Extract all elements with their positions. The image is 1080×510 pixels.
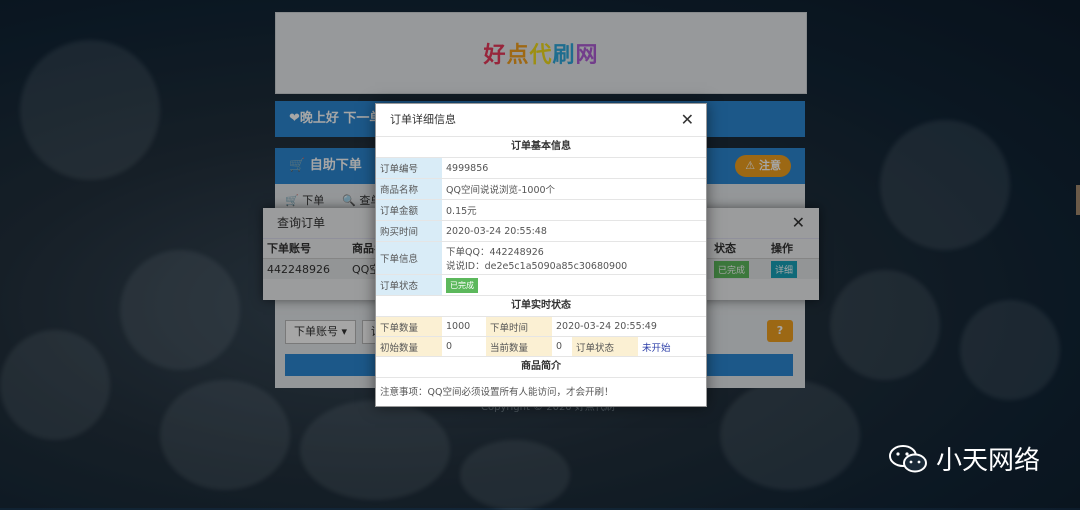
order-detail-modal: 订单详细信息 ✕ 订单基本信息 订单编号 4999856 商品名称 QQ空间说说… (375, 103, 707, 407)
wechat-icon (888, 444, 928, 474)
intro-section: 商品简介 (376, 357, 706, 378)
product-name-value: QQ空间说说浏览-1000个 (446, 185, 556, 196)
order-id-value: 4999856 (446, 162, 489, 174)
cur-qty-label: 当前数量 (486, 337, 552, 356)
purchase-time-label: 购买时间 (376, 221, 442, 241)
order-info-value: 下单QQ：442248926 说说ID：de2e5c1a5090a85c3068… (442, 242, 706, 274)
product-note: 注意事项：QQ空间必须设置所有人能访问，才会开刷！ (380, 387, 614, 398)
realtime-section: 订单实时状态 (376, 296, 706, 317)
detail-row: 订单编号 4999856 (376, 158, 706, 179)
cur-qty-value: 0 (556, 341, 563, 352)
detail-modal-header: 订单详细信息 ✕ (376, 104, 706, 137)
order-status-label: 订单状态 (376, 275, 442, 295)
realtime-status-label: 订单状态 (572, 337, 638, 356)
amount-label: 订单金额 (376, 200, 442, 220)
close-icon[interactable]: ✕ (681, 104, 694, 136)
order-info-label: 下单信息 (376, 242, 442, 274)
purchase-time-value: 2020-03-24 20:55:48 (446, 225, 547, 237)
order-qq: 下单QQ：442248926 (446, 247, 544, 258)
status-badge: 已完成 (446, 277, 478, 293)
edge-thumbnail (1076, 185, 1080, 215)
order-time-value: 2020-03-24 20:55:49 (556, 321, 657, 332)
order-time-label: 下单时间 (486, 317, 552, 336)
product-name-label: 商品名称 (376, 179, 442, 199)
watermark-text: 小天网络 (936, 446, 1041, 476)
detail-row: 购买时间 2020-03-24 20:55:48 (376, 221, 706, 242)
detail-row: 订单金额 0.15元 (376, 200, 706, 221)
watermark: 小天网络 (888, 440, 1040, 477)
amount-value: 0.15元 (446, 206, 477, 217)
realtime-row: 初始数量 0 当前数量 0 订单状态 未开始 (376, 337, 706, 357)
detail-row: 订单状态 已完成 (376, 275, 706, 296)
basic-info-section: 订单基本信息 (376, 137, 706, 158)
init-qty-value: 0 (446, 341, 453, 352)
realtime-row: 下单数量 1000 下单时间 2020-03-24 20:55:49 (376, 317, 706, 337)
qty-value: 1000 (446, 321, 471, 332)
order-id-label: 订单编号 (376, 158, 442, 178)
detail-row: 商品名称 QQ空间说说浏览-1000个 (376, 179, 706, 200)
qty-label: 下单数量 (376, 317, 442, 336)
realtime-status-value: 未开始 (642, 342, 671, 354)
order-post-id: 说说ID：de2e5c1a5090a85c30680900 (446, 261, 628, 272)
order-status-cell: 已完成 (442, 275, 706, 295)
detail-row: 下单信息 下单QQ：442248926 说说ID：de2e5c1a5090a85… (376, 242, 706, 275)
detail-modal-title: 订单详细信息 (390, 113, 456, 126)
init-qty-label: 初始数量 (376, 337, 442, 356)
